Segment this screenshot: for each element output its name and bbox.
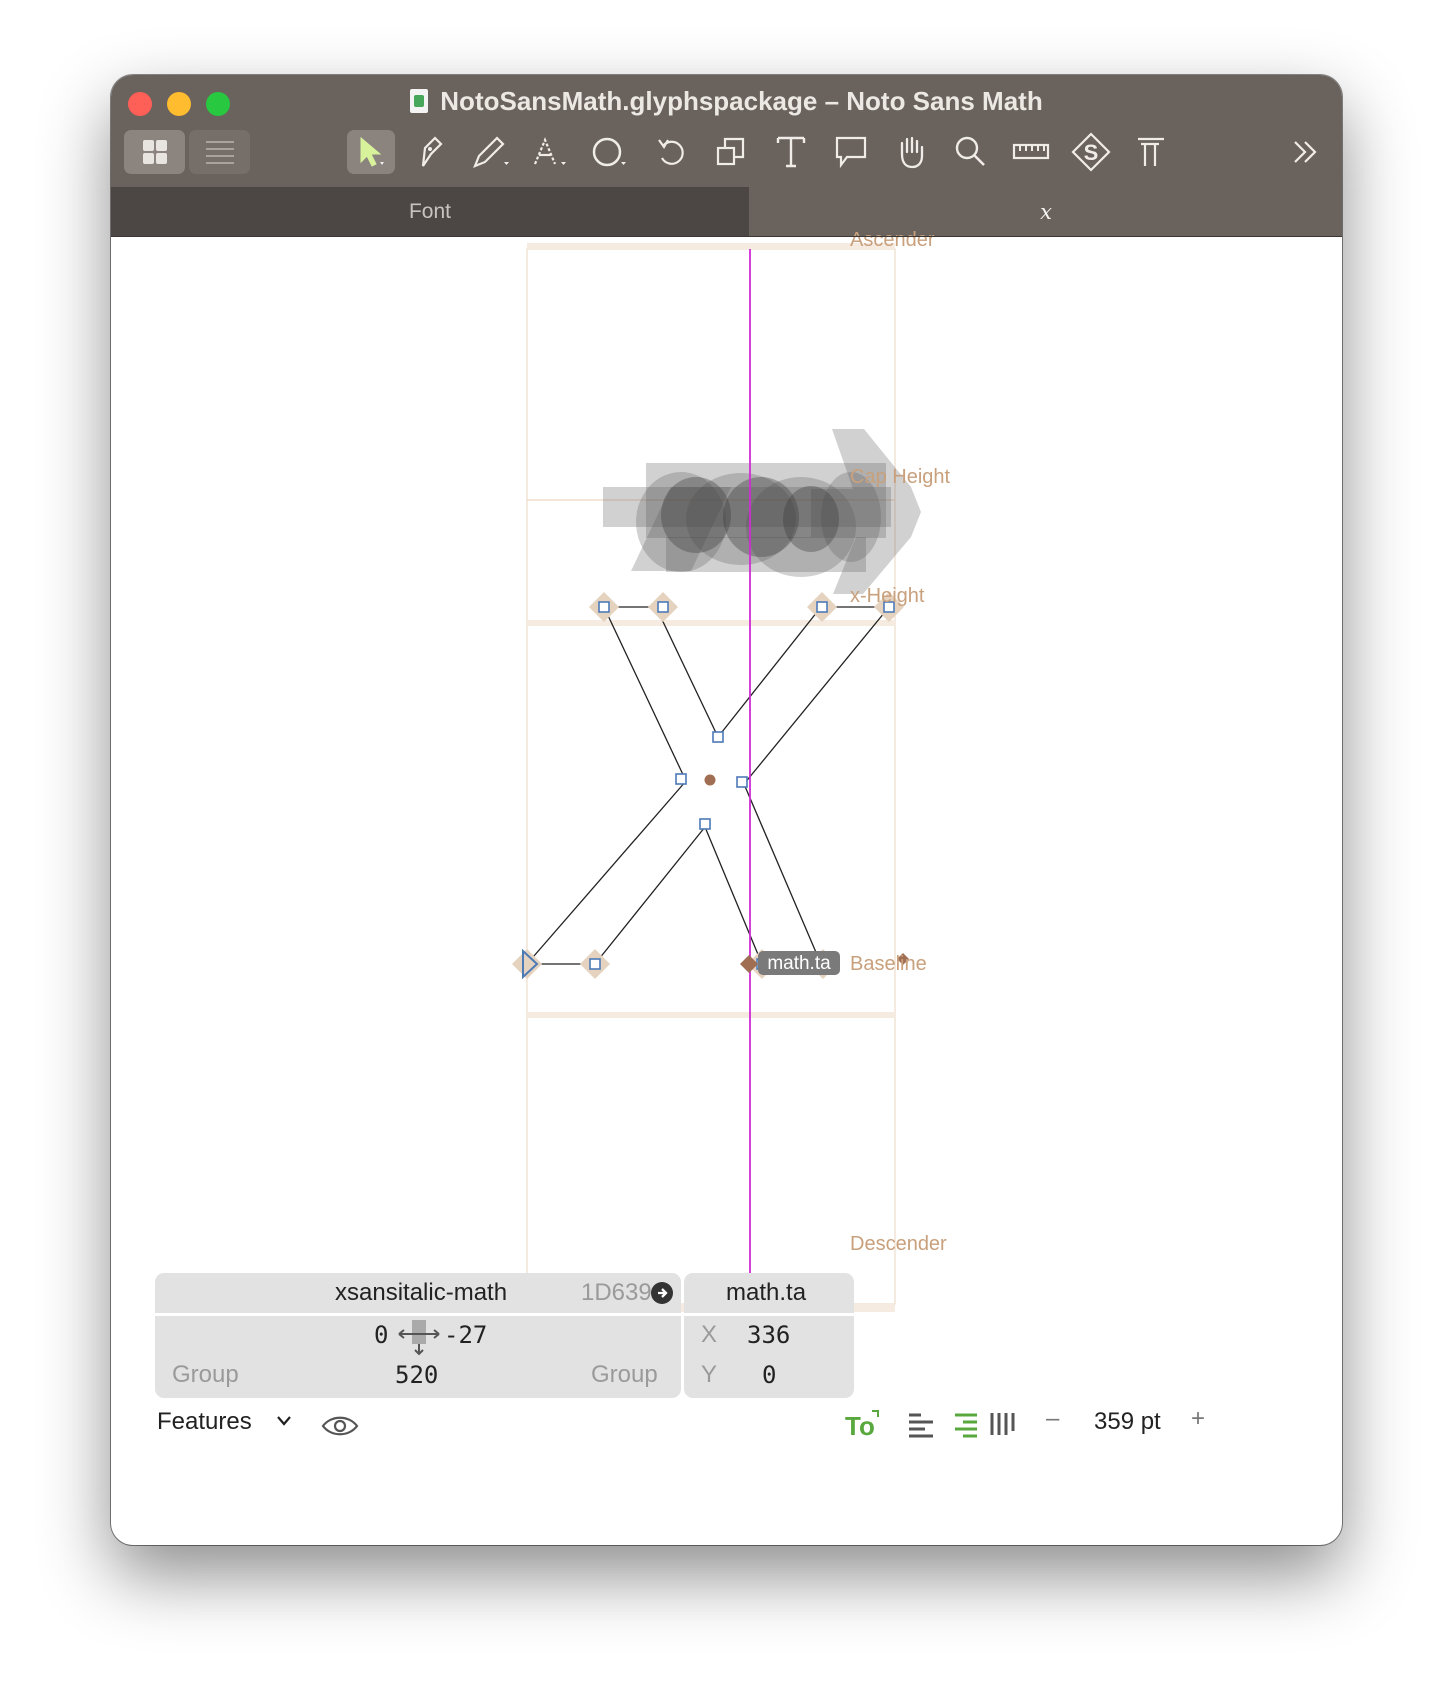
text-direction-icon[interactable]: To (844, 1409, 882, 1441)
pen-icon (421, 136, 443, 167)
more-tools-button[interactable] (1281, 130, 1329, 174)
y-value-field[interactable]: 0 (762, 1361, 776, 1389)
left-group-field[interactable]: Group (172, 1361, 239, 1389)
position-panel: X 336 Y 0 (684, 1316, 854, 1398)
baseline-line (527, 1012, 895, 1018)
align-left-icon[interactable] (907, 1412, 937, 1438)
glyphs-window: NotoSansMath.glyphspackage – Noto Sans M… (111, 75, 1342, 1545)
symmetry-icon: S (1071, 132, 1111, 172)
shape-tool-button[interactable] (587, 130, 635, 174)
tab-glyph-x[interactable]: x (750, 187, 1342, 237)
scale-icon (716, 137, 745, 166)
x-height-label: x-Height (850, 585, 925, 607)
scale-tool-button[interactable] (707, 130, 755, 174)
glyph-name-field[interactable]: xsansitalic-math (335, 1279, 507, 1307)
lsb-field[interactable]: 0 (374, 1321, 388, 1349)
arrow-select-icon (360, 136, 384, 167)
arrow-circle-right-icon[interactable] (650, 1281, 674, 1305)
alignment-zone-markers (512, 592, 904, 979)
metrics-tool-button[interactable] (1127, 130, 1175, 174)
svg-text:S: S (1084, 140, 1099, 165)
node[interactable] (699, 818, 711, 830)
draw-tool-button[interactable] (407, 130, 455, 174)
cap-height-label: Cap Height (850, 466, 951, 488)
glyph-outline[interactable] (526, 606, 890, 965)
speech-bubble-icon (835, 136, 867, 169)
annotation-tool-button[interactable] (827, 130, 875, 174)
pencil-icon (473, 136, 509, 168)
selection-info-header: math.ta (684, 1273, 854, 1313)
node[interactable] (589, 958, 601, 970)
title-bar: NotoSansMath.glyphspackage – Noto Sans M… (111, 75, 1342, 237)
x-height-line (527, 620, 895, 626)
grid-view-button[interactable] (124, 130, 185, 174)
hand-icon (900, 136, 924, 169)
x-label: X (701, 1321, 718, 1348)
text-tool-button[interactable] (767, 130, 815, 174)
rotate-tool-button[interactable] (647, 130, 695, 174)
node[interactable] (598, 601, 610, 613)
zoom-out-button[interactable]: – (1046, 1405, 1059, 1433)
width-field[interactable]: 520 (395, 1361, 438, 1389)
tab-font-label: Font (408, 200, 452, 223)
tab-glyph-label: x (1040, 200, 1052, 224)
baseline-label: Baseline (850, 953, 927, 975)
view-mode-control (124, 130, 250, 174)
chevron-down-icon (277, 1416, 292, 1426)
select-tool-button[interactable] (347, 130, 395, 174)
zoom-in-button[interactable]: + (1191, 1405, 1205, 1433)
x-value-field[interactable]: 336 (747, 1321, 790, 1349)
chevron-double-right-icon (1294, 141, 1317, 163)
tab-separator (111, 236, 1342, 237)
glyph-info-header: xsansitalic-math 1D639+ (155, 1273, 681, 1313)
glyph-metrics-panel: 0 -27 Group 520 Group (155, 1316, 681, 1398)
grid-icon (142, 140, 167, 164)
node[interactable] (675, 773, 687, 785)
symmetry-tool-button[interactable]: S (1067, 130, 1115, 174)
primitives-icon (533, 137, 566, 165)
list-view-button[interactable] (189, 130, 250, 174)
ascender-line (527, 243, 895, 249)
descender-label: Descender (850, 1233, 947, 1255)
primitives-tool-button[interactable] (527, 130, 575, 174)
zoom-tool-button[interactable] (947, 130, 995, 174)
measure-tool-button[interactable] (1007, 130, 1055, 174)
circle-shape-icon (592, 137, 626, 167)
pencil-tool-button[interactable] (467, 130, 515, 174)
y-label: Y (701, 1361, 718, 1388)
window-title: NotoSansMath.glyphspackage – Noto Sans M… (111, 86, 1342, 117)
list-icon (205, 141, 234, 164)
vertical-lines-icon[interactable] (989, 1411, 1015, 1437)
glyph-center-dot (704, 774, 716, 786)
features-label: Features (157, 1408, 252, 1435)
right-group-field[interactable]: Group (591, 1361, 658, 1389)
hand-tool-button[interactable] (887, 130, 935, 174)
ascender-label: Ascender (850, 229, 935, 251)
metrics-link-icon[interactable] (397, 1318, 441, 1358)
rsb-field[interactable]: -27 (444, 1321, 487, 1349)
text-icon (776, 136, 806, 168)
eye-icon[interactable] (321, 1413, 359, 1439)
document-icon (410, 89, 429, 113)
anchor-name-field[interactable]: math.ta (726, 1279, 806, 1307)
ruler-icon (1012, 143, 1050, 160)
features-popup[interactable]: Features (157, 1408, 292, 1436)
node[interactable] (736, 776, 748, 788)
zoom-value[interactable]: 359 pt (1094, 1408, 1161, 1436)
anchor-label: math.ta (767, 953, 831, 974)
metrics-icon (1138, 137, 1164, 166)
tab-font[interactable]: Font (111, 187, 749, 237)
edit-canvas[interactable]: math.ta Ascender Cap Height x-Height Bas… (111, 229, 1342, 1545)
node[interactable] (816, 601, 828, 613)
tab-bar: Font x (111, 187, 1342, 237)
rotate-icon (658, 139, 684, 165)
window-title-text: NotoSansMath.glyphspackage – Noto Sans M… (440, 86, 1043, 116)
magnifier-icon (955, 136, 985, 166)
svg-text:To: To (845, 1411, 875, 1441)
node[interactable] (657, 601, 669, 613)
align-right-icon[interactable] (949, 1412, 979, 1438)
node[interactable] (712, 731, 724, 743)
